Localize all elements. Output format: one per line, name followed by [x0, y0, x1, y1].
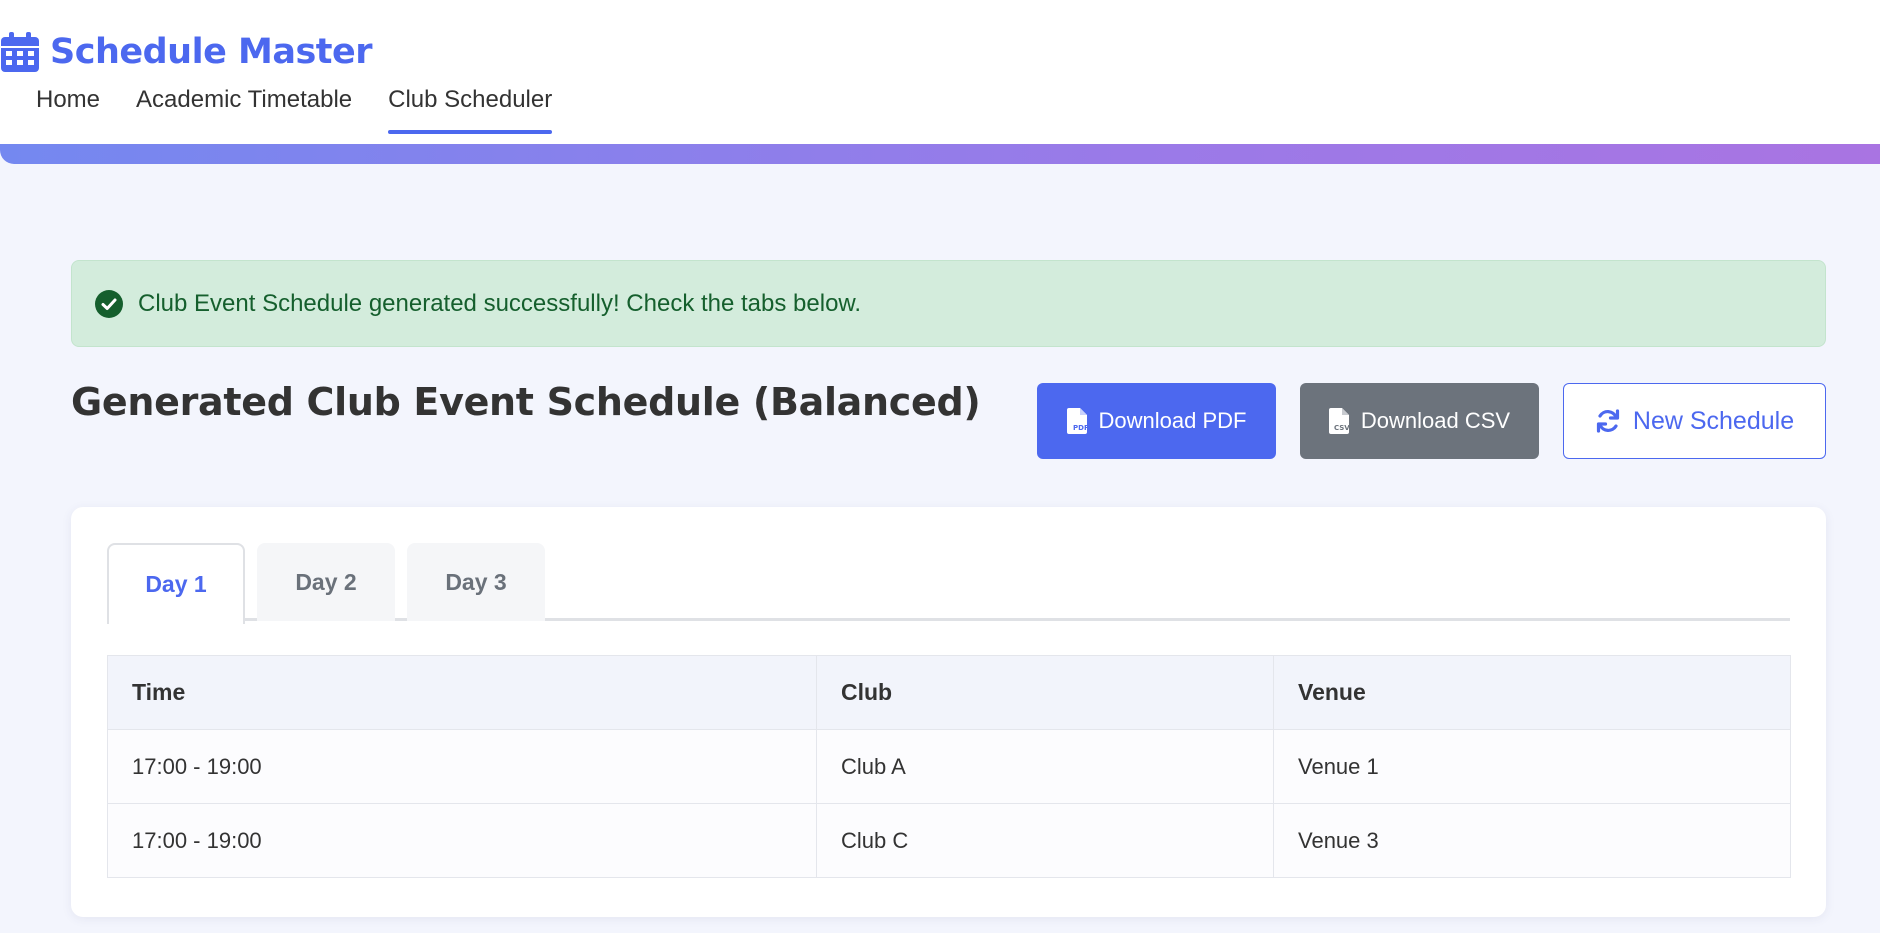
check-circle-icon — [95, 289, 123, 318]
svg-text:CSV: CSV — [1334, 424, 1349, 432]
page-title: Generated Club Event Schedule (Balanced) — [71, 380, 981, 424]
column-header-time: Time — [107, 655, 817, 730]
success-alert: Club Event Schedule generated successful… — [71, 260, 1826, 347]
cell-club: Club C — [816, 803, 1274, 878]
tab-day-1[interactable]: Day 1 — [107, 543, 245, 624]
new-schedule-label: New Schedule — [1632, 406, 1795, 435]
svg-text:PDF: PDF — [1073, 424, 1087, 432]
table-row: 17:00 - 19:00 Club A Venue 1 — [107, 729, 1791, 804]
file-pdf-icon: PDF — [1066, 408, 1087, 434]
tab-day-2[interactable]: Day 2 — [257, 543, 395, 621]
download-csv-button[interactable]: CSV Download CSV — [1300, 383, 1539, 459]
day-tabs: Day 1 Day 2 Day 3 — [107, 543, 1790, 624]
brand-title: Schedule Master — [50, 32, 373, 72]
cell-time: 17:00 - 19:00 — [107, 729, 817, 804]
new-schedule-button[interactable]: New Schedule — [1563, 383, 1826, 459]
refresh-icon — [1596, 409, 1619, 433]
nav-home[interactable]: Home — [36, 84, 100, 134]
calendar-icon — [1, 32, 39, 72]
cell-club: Club A — [816, 729, 1274, 804]
cell-time: 17:00 - 19:00 — [107, 803, 817, 878]
brand[interactable]: Schedule Master — [0, 28, 373, 76]
main-nav: Home Academic Timetable Club Scheduler — [36, 84, 588, 134]
nav-club-scheduler[interactable]: Club Scheduler — [388, 84, 553, 134]
column-header-venue: Venue — [1273, 655, 1791, 730]
download-pdf-label: Download PDF — [1098, 408, 1247, 433]
schedule-card: Day 1 Day 2 Day 3 Time Club Venue 17:00 … — [71, 507, 1826, 917]
alert-message: Club Event Schedule generated successful… — [138, 289, 862, 317]
table-header-row: Time Club Venue — [107, 655, 1791, 730]
download-csv-label: Download CSV — [1360, 408, 1511, 433]
tab-day-3[interactable]: Day 3 — [407, 543, 545, 621]
cell-venue: Venue 3 — [1273, 803, 1791, 878]
schedule-table: Time Club Venue 17:00 - 19:00 Club A Ven… — [107, 655, 1791, 878]
column-header-club: Club — [816, 655, 1274, 730]
header-gradient-bar — [0, 144, 1880, 164]
nav-academic-timetable[interactable]: Academic Timetable — [136, 84, 352, 134]
table-row: 17:00 - 19:00 Club C Venue 3 — [107, 803, 1791, 878]
cell-venue: Venue 1 — [1273, 729, 1791, 804]
download-pdf-button[interactable]: PDF Download PDF — [1037, 383, 1276, 459]
app-header: Schedule Master Home Academic Timetable … — [0, 0, 1880, 146]
file-csv-icon: CSV — [1328, 408, 1349, 434]
